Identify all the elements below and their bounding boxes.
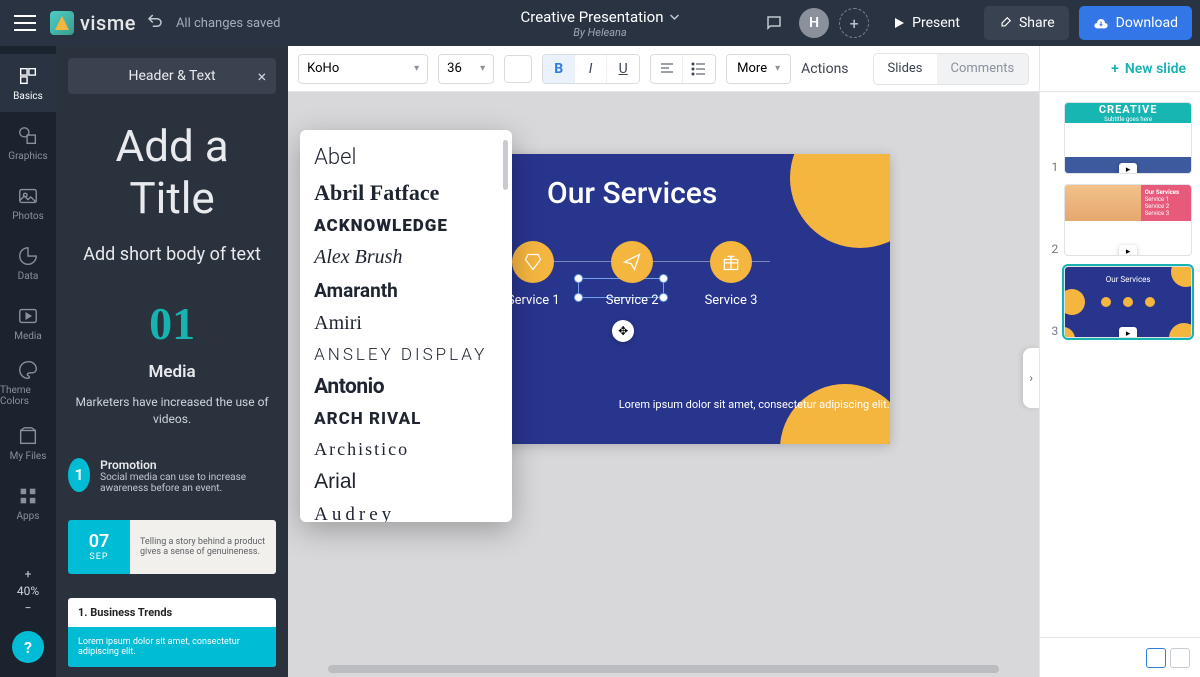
slide-body[interactable]: Lorem ipsum dolor sit amet, consectetur … (604, 398, 890, 411)
service-label[interactable]: Service 1 (507, 293, 560, 308)
font-family-input[interactable] (307, 61, 397, 76)
font-option[interactable]: ARCH RIVAL (314, 404, 498, 434)
font-option[interactable]: Arial (314, 465, 498, 499)
font-dropdown: Abel Abril Fatface ACKNOWLEDGE Alex Brus… (300, 130, 512, 522)
slide-thumbnail[interactable]: CREATIVESubtitle goes here ▸ (1064, 102, 1192, 174)
font-option[interactable]: Alex Brush (314, 241, 498, 274)
document-title[interactable]: Creative Presentation (520, 8, 679, 26)
template-subtitle[interactable]: Add short body of text (68, 244, 276, 265)
close-icon[interactable]: × (258, 67, 267, 86)
template-title[interactable]: Add a Title (68, 120, 276, 224)
diamond-icon (512, 241, 554, 283)
horizontal-scrollbar[interactable] (328, 665, 999, 673)
font-option[interactable]: Abril Fatface (314, 175, 498, 211)
list-button[interactable] (683, 55, 715, 83)
document-author: By Heleana (520, 26, 679, 39)
more-select[interactable]: More▾ (726, 54, 791, 84)
panel-tab[interactable]: Header & Text× (68, 58, 276, 94)
font-option[interactable]: Amaranth (314, 274, 498, 307)
align-button[interactable] (651, 55, 683, 83)
text-color-swatch[interactable] (504, 55, 532, 83)
template-promo-card[interactable]: 1 PromotionSocial media can use to incre… (68, 458, 276, 494)
new-slide-button[interactable]: +New slide (1040, 46, 1200, 92)
template-media-desc[interactable]: Marketers have increased the use of vide… (68, 394, 276, 428)
help-button[interactable]: ? (12, 631, 44, 663)
content-panel: Header & Text× Add a Title Add short bod… (56, 46, 288, 677)
move-handle[interactable]: ✥ (612, 320, 634, 342)
font-option[interactable]: Abel (314, 140, 498, 175)
font-option[interactable]: Audrey (314, 499, 498, 522)
tab-comments[interactable]: Comments (937, 54, 1029, 84)
font-family-select[interactable]: ▾ (298, 54, 428, 84)
rail-graphics[interactable]: Graphics (0, 114, 56, 172)
rail-media[interactable]: Media (0, 294, 56, 352)
share-button[interactable]: Share (984, 6, 1069, 40)
decor-circle (790, 154, 890, 248)
transition-icon[interactable]: ▸ (1119, 163, 1137, 174)
avatar[interactable]: H (799, 8, 829, 38)
canvas[interactable]: Abel Abril Fatface ACKNOWLEDGE Alex Brus… (288, 92, 1039, 677)
download-button[interactable]: Download (1079, 6, 1192, 40)
font-option[interactable]: ANSLEY DISPLAY (314, 340, 498, 370)
font-size-select[interactable]: 36▾ (438, 54, 494, 84)
logo-icon (50, 11, 74, 35)
zoom-control[interactable]: +40%− (17, 561, 39, 621)
font-option[interactable]: Antonio (314, 370, 498, 404)
slide-thumbnail[interactable]: Our Services ▸ (1064, 266, 1192, 338)
expand-panel-button[interactable]: › (1023, 348, 1039, 408)
hamburger-menu[interactable] (8, 6, 42, 40)
text-toolbar: ▾ 36▾ B I U More▾ Actions Slides Comment… (288, 46, 1039, 92)
actions-menu[interactable]: Actions (801, 61, 848, 77)
font-option[interactable]: Amiri (314, 307, 498, 340)
decor-circle (780, 384, 890, 444)
logo-text: visme (80, 11, 136, 35)
template-date-card[interactable]: 07SEP Telling a story behind a product g… (68, 520, 276, 574)
slides-panel: +New slide 1 CREATIVESubtitle goes here … (1039, 46, 1200, 677)
rail-theme-colors[interactable]: Theme Colors (0, 354, 56, 412)
tab-slides[interactable]: Slides (874, 54, 937, 84)
transition-icon[interactable]: ▸ (1119, 327, 1137, 338)
chat-icon[interactable] (759, 8, 789, 38)
paper-plane-icon (611, 241, 653, 283)
rail-basics[interactable]: Basics (0, 54, 56, 112)
slide-thumbnail[interactable]: Our ServicesService 1Service 2Service 3 … (1064, 184, 1192, 256)
undo-icon[interactable] (146, 12, 164, 34)
underline-button[interactable]: U (607, 55, 639, 83)
chevron-down-icon: ▾ (480, 63, 485, 74)
save-status: All changes saved (176, 16, 281, 31)
rail-apps[interactable]: Apps (0, 474, 56, 532)
template-media-heading[interactable]: Media (68, 362, 276, 382)
rail-data[interactable]: Data (0, 234, 56, 292)
font-option[interactable]: Archistico (314, 434, 498, 465)
font-option[interactable]: ACKNOWLEDGE (314, 211, 498, 241)
view-grid-button[interactable] (1146, 648, 1166, 668)
view-list-button[interactable] (1170, 648, 1190, 668)
bold-button[interactable]: B (543, 55, 575, 83)
logo[interactable]: visme (50, 11, 136, 35)
italic-button[interactable]: I (575, 55, 607, 83)
left-rail: Basics Graphics Photos Data Media Theme … (0, 46, 56, 677)
rail-photos[interactable]: Photos (0, 174, 56, 232)
chevron-down-icon: ▾ (414, 63, 419, 74)
service-label[interactable]: Service 3 (705, 293, 758, 308)
add-collaborator-button[interactable]: + (839, 8, 869, 38)
resize-handle[interactable] (574, 274, 583, 283)
service-label[interactable]: Service 2 (606, 293, 659, 308)
template-number[interactable]: 01 (68, 297, 276, 350)
present-button[interactable]: Present (879, 6, 974, 40)
template-trends-card[interactable]: 1. Business Trends Lorem ipsum dolor sit… (68, 598, 276, 667)
gift-icon (710, 241, 752, 283)
scrollbar[interactable] (503, 140, 508, 190)
transition-icon[interactable]: ▸ (1119, 245, 1137, 256)
rail-my-files[interactable]: My Files (0, 414, 56, 472)
